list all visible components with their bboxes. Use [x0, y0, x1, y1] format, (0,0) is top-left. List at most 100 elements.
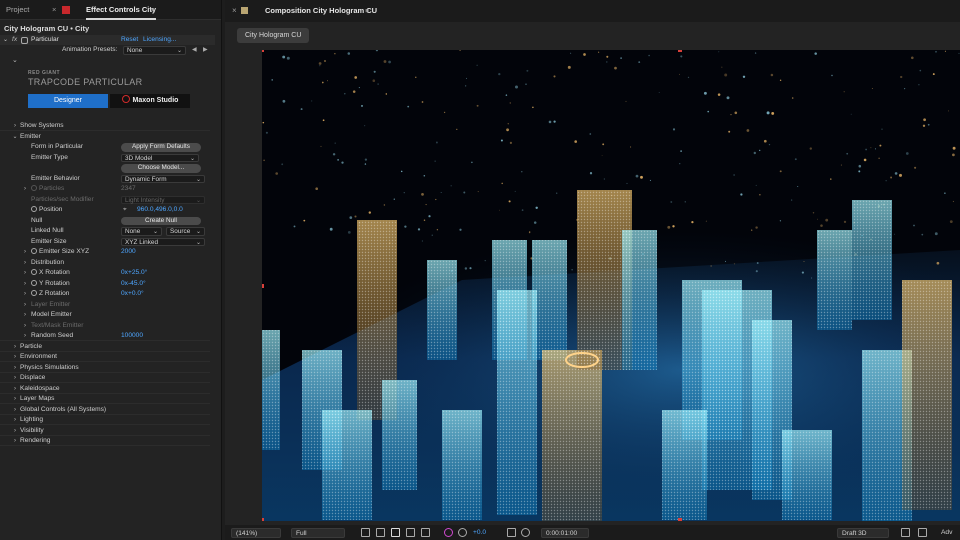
layer-handle[interactable] — [262, 50, 264, 52]
magnification-select[interactable]: (141%) — [231, 528, 281, 538]
designer-button[interactable]: Designer — [28, 94, 108, 108]
group-emitter[interactable]: ⌄ Emitter — [0, 132, 210, 142]
chevron-right-icon[interactable]: › — [21, 247, 29, 257]
chevron-right-icon[interactable]: › — [11, 384, 19, 394]
group-displace[interactable]: › Displace — [0, 373, 210, 384]
group-visibility[interactable]: › Visibility — [0, 426, 210, 436]
chevron-right-icon[interactable]: › — [11, 415, 19, 425]
composition-viewer[interactable] — [262, 50, 960, 521]
particles-sec-modifier-select[interactable]: Light Intensity ⌄ — [121, 195, 205, 205]
group-distribution[interactable]: › Distribution — [0, 258, 210, 268]
group-kaleidospace[interactable]: › Kaleidospace — [0, 384, 210, 394]
tab-effect-controls[interactable]: Effect Controls City — [86, 0, 157, 20]
chevron-right-icon[interactable]: › — [21, 289, 29, 299]
transparency-grid-icon[interactable] — [376, 528, 385, 537]
animation-presets-select[interactable]: None ⌄ — [123, 46, 186, 55]
group-layer-maps[interactable]: › Layer Maps — [0, 394, 210, 405]
resolution-select[interactable]: Full — [291, 528, 345, 538]
panel-menu-icon[interactable]: ≡ — [150, 0, 154, 20]
layer-handle[interactable] — [262, 518, 264, 521]
group-physics-simulations[interactable]: › Physics Simulations — [0, 363, 210, 373]
chevron-right-icon[interactable]: › — [21, 279, 29, 289]
close-icon[interactable]: × — [52, 0, 56, 20]
emitter-type-select[interactable]: 3D Model ⌄ — [121, 153, 199, 163]
position-value[interactable]: 960.0,496.0,0.0 — [137, 205, 183, 215]
linked-null-select[interactable]: None ⌄ — [121, 227, 162, 236]
chevron-right-icon[interactable]: › — [21, 300, 29, 310]
crosshair-icon[interactable]: ⌖ — [123, 205, 127, 215]
particles-value[interactable]: 2347 — [121, 184, 136, 194]
chevron-right-icon[interactable]: › — [11, 352, 19, 362]
chevron-right-icon[interactable]: › — [11, 363, 19, 373]
chevron-right-icon[interactable]: › — [11, 394, 19, 404]
z-rotation-value[interactable]: 0x+0.0° — [121, 289, 144, 299]
show-snapshot-icon[interactable] — [521, 528, 530, 537]
next-preset-icon[interactable]: ▶ — [203, 46, 208, 53]
chevron-right-icon[interactable]: › — [21, 321, 29, 331]
licensing-link[interactable]: Licensing... — [143, 36, 176, 43]
chevron-down-icon[interactable]: ⌄ — [3, 36, 8, 43]
random-seed-value[interactable]: 100000 — [121, 331, 143, 341]
layer-handle[interactable] — [262, 284, 264, 288]
linked-null-source-select[interactable]: Source ⌄ — [166, 227, 205, 236]
layer-handle[interactable] — [678, 518, 682, 521]
group-lighting[interactable]: › Lighting — [0, 415, 210, 426]
close-icon[interactable]: × — [232, 6, 237, 15]
apply-form-defaults-button[interactable]: Apply Form Defaults — [121, 143, 201, 152]
tab-composition[interactable]: Composition City Hologram CU — [265, 6, 377, 15]
chevron-right-icon[interactable]: › — [21, 331, 29, 341]
x-rotation-value[interactable]: 0x+25.0° — [121, 268, 147, 278]
stopwatch-icon[interactable] — [31, 290, 37, 296]
chevron-right-icon[interactable]: › — [21, 258, 29, 268]
layer-handle[interactable] — [678, 50, 682, 52]
group-text-mask-emitter[interactable]: › Text/Mask Emitter — [0, 321, 210, 331]
effect-header-row[interactable]: ⌄ fx Particular Reset Licensing... — [0, 35, 215, 45]
group-show-systems[interactable]: › Show Systems — [0, 121, 210, 132]
chevron-right-icon[interactable]: › — [21, 268, 29, 278]
color-channels-icon[interactable] — [444, 528, 453, 537]
chevron-right-icon[interactable]: › — [11, 342, 19, 352]
previous-preset-icon[interactable]: ◀ — [192, 46, 197, 53]
stopwatch-icon[interactable] — [31, 269, 37, 275]
choose-model-button[interactable]: Choose Model... — [121, 164, 201, 173]
stopwatch-icon[interactable] — [31, 279, 37, 286]
stopwatch-icon[interactable] — [31, 185, 37, 191]
emitter-behavior-select[interactable]: Dynamic Form ⌄ — [121, 174, 205, 184]
guides-icon[interactable] — [421, 528, 430, 537]
group-environment[interactable]: › Environment — [0, 352, 210, 363]
group-particle[interactable]: › Particle — [0, 342, 210, 352]
panel-menu-icon[interactable]: ≡ — [365, 6, 369, 15]
group-model-emitter[interactable]: › Model Emitter — [0, 310, 210, 320]
fx-toggle-icon[interactable]: fx — [12, 36, 17, 43]
chevron-right-icon[interactable]: › — [11, 373, 19, 383]
chevron-right-icon[interactable]: › — [11, 436, 19, 446]
active-camera-select[interactable]: Adv — [941, 528, 952, 538]
current-time-display[interactable]: 0:00:01:00 — [541, 528, 589, 538]
create-null-button[interactable]: Create Null — [121, 216, 201, 226]
chevron-right-icon[interactable]: › — [21, 310, 29, 320]
fast-previews-icon[interactable] — [361, 528, 370, 537]
region-of-interest-icon[interactable] — [391, 528, 400, 537]
chevron-right-icon[interactable]: › — [11, 426, 19, 436]
camera-snapshot-icon[interactable] — [507, 528, 516, 537]
stopwatch-icon[interactable] — [31, 248, 37, 254]
maxon-studio-button[interactable]: Maxon Studio — [110, 94, 190, 108]
reset-link[interactable]: Reset — [121, 36, 138, 43]
exposure-reset-icon[interactable] — [458, 528, 467, 537]
group-rendering[interactable]: › Rendering — [0, 436, 210, 447]
chevron-right-icon[interactable]: › — [11, 405, 19, 415]
exposure-value[interactable]: +0.0 — [473, 528, 486, 538]
chevron-right-icon[interactable]: › — [11, 121, 19, 131]
3d-view-layout-icon[interactable] — [918, 528, 927, 537]
mask-visibility-icon[interactable] — [406, 528, 415, 537]
chevron-down-icon[interactable]: ⌄ — [12, 56, 18, 64]
emitter-size-select[interactable]: XYZ Linked ⌄ — [121, 237, 205, 247]
composition-flowchart-tab[interactable]: City Hologram CU — [237, 28, 310, 43]
emitter-size-xyz-value[interactable]: 2000 — [121, 247, 136, 257]
3d-view-icon[interactable] — [901, 528, 910, 537]
group-global-controls[interactable]: › Global Controls (All Systems) — [0, 405, 210, 415]
renderer-button[interactable]: Draft 3D — [837, 528, 889, 538]
stopwatch-icon[interactable] — [31, 206, 37, 212]
tab-project[interactable]: Project — [6, 0, 29, 20]
chevron-right-icon[interactable]: › — [21, 184, 29, 194]
